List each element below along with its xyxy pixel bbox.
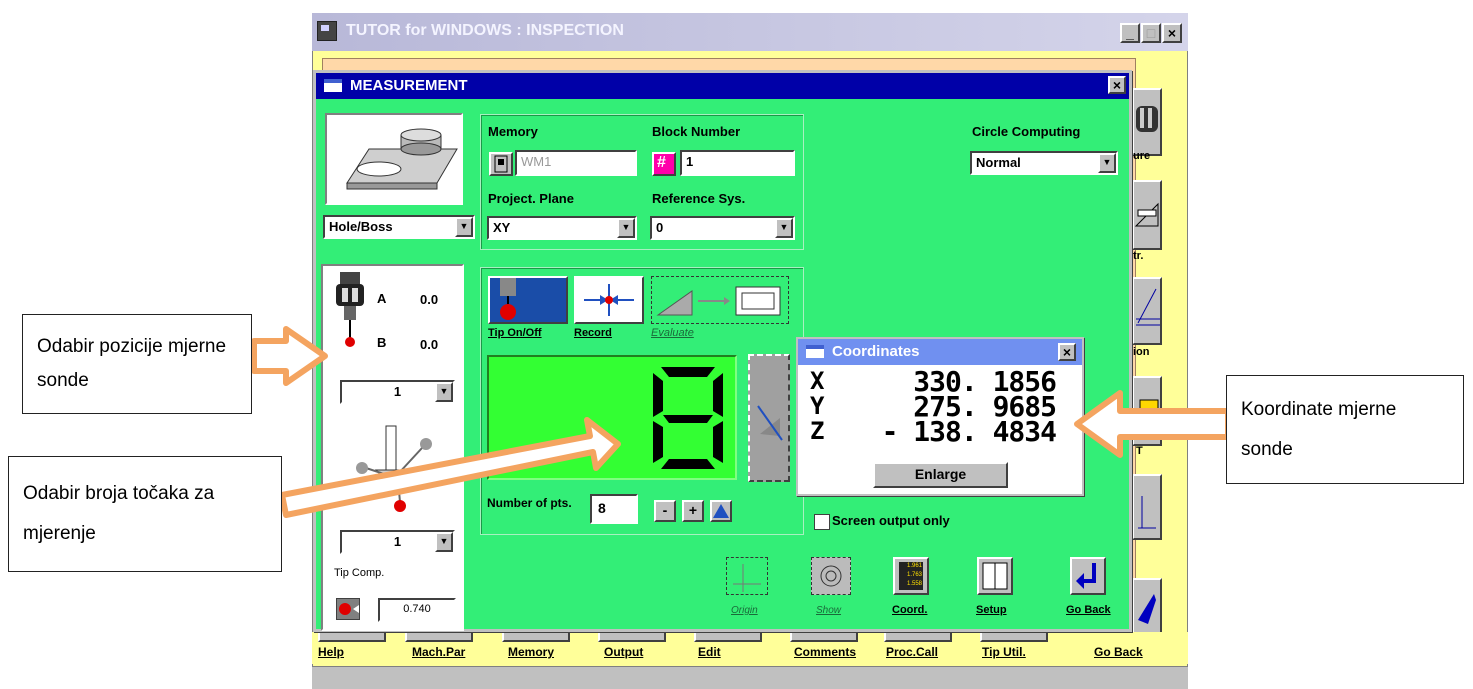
points-count-callout-text: Odabir broja točaka za mjerenje <box>23 483 215 544</box>
coordinates-callout: Koordinate mjerne sonde <box>1226 375 1464 484</box>
probe-position-callout: Odabir pozicije mjerne sonde <box>22 314 252 414</box>
coordinates-callout-text: Koordinate mjerne sonde <box>1241 398 1397 460</box>
points-count-callout: Odabir broja točaka za mjerenje <box>8 456 282 572</box>
probe-position-callout-text: Odabir pozicije mjerne sonde <box>37 336 227 391</box>
